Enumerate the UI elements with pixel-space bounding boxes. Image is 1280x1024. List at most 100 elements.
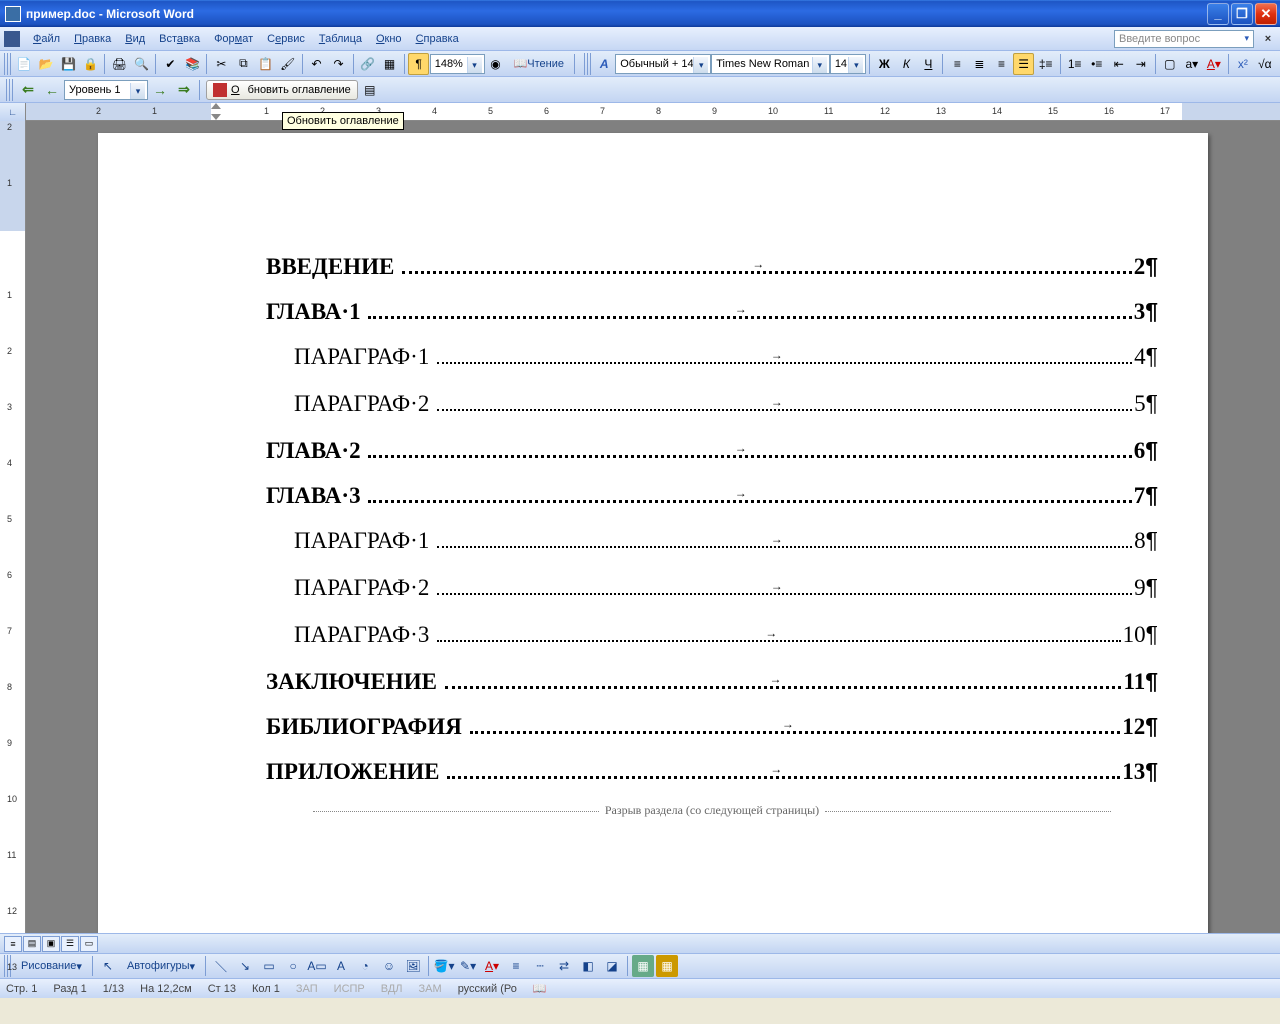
menu-edit[interactable]: Правка: [67, 31, 118, 47]
arrow-style-icon[interactable]: ⇄: [553, 955, 575, 977]
minimize-button[interactable]: _: [1207, 3, 1229, 25]
demote-icon[interactable]: →: [149, 79, 171, 101]
status-rec[interactable]: ЗАП: [296, 983, 318, 995]
line-icon[interactable]: ＼: [210, 955, 232, 977]
paste-icon[interactable]: 📋: [255, 53, 275, 75]
help-search-box[interactable]: Введите вопрос: [1114, 30, 1254, 48]
copy-icon[interactable]: ⧉: [233, 53, 253, 75]
maximize-button[interactable]: ❐: [1231, 3, 1253, 25]
oval-icon[interactable]: ○: [282, 955, 304, 977]
select-objects-icon[interactable]: ↖: [97, 955, 119, 977]
menu-view[interactable]: Вид: [118, 31, 152, 47]
menu-window[interactable]: Окно: [369, 31, 409, 47]
zoom-combo[interactable]: 148%: [430, 54, 485, 74]
3d-icon[interactable]: ◪: [601, 955, 623, 977]
normal-view-icon[interactable]: ≡: [4, 936, 22, 952]
font-size-combo[interactable]: 14: [830, 54, 867, 74]
shadow-icon[interactable]: ◧: [577, 955, 599, 977]
update-toc-button[interactable]: Обновить оглавление: [206, 80, 358, 100]
status-ovr[interactable]: ЗАМ: [419, 983, 442, 995]
font-color-draw-icon[interactable]: A▾: [481, 955, 503, 977]
promote-icon[interactable]: ←: [41, 79, 63, 101]
spellcheck-icon[interactable]: ✔: [160, 53, 180, 75]
demote-to-body-icon[interactable]: ⇒: [173, 79, 195, 101]
toc-entry[interactable]: ГЛАВА·3 →7¶: [266, 482, 1158, 509]
toc-entry[interactable]: ПАРАГРАФ·1 →4¶: [266, 343, 1158, 370]
borders-icon[interactable]: ▢: [1160, 53, 1180, 75]
reading-layout-button[interactable]: 📖 Чтение: [508, 54, 570, 74]
bulleted-list-icon[interactable]: •≡: [1087, 53, 1107, 75]
dash-style-icon[interactable]: ┄: [529, 955, 551, 977]
promote-to-heading1-icon[interactable]: ⇐: [17, 79, 39, 101]
increase-indent-icon[interactable]: ⇥: [1131, 53, 1151, 75]
spellcheck-status-icon[interactable]: 📖: [533, 982, 547, 995]
print-preview-icon[interactable]: 🔍: [131, 53, 151, 75]
menu-tools[interactable]: Сервис: [260, 31, 312, 47]
vertical-ruler[interactable]: 2112345678910111213: [0, 121, 26, 933]
research-icon[interactable]: 📚: [182, 53, 202, 75]
toc-entry[interactable]: ПАРАГРАФ·3 →10¶: [266, 621, 1158, 648]
web-layout-icon[interactable]: ▤: [23, 936, 41, 952]
print-layout-icon[interactable]: ▣: [42, 936, 60, 952]
align-center-icon[interactable]: ≣: [969, 53, 989, 75]
horizontal-ruler[interactable]: ∟ 211234567891011121314151617: [0, 103, 1280, 121]
insert-table-icon[interactable]: ▦: [632, 955, 654, 977]
status-language[interactable]: русский (Ро: [458, 983, 517, 995]
arrow-icon[interactable]: ↘: [234, 955, 256, 977]
goto-toc-icon[interactable]: ▤: [359, 79, 381, 101]
equation-icon[interactable]: √α: [1255, 53, 1275, 75]
line-style-icon[interactable]: ≡: [505, 955, 527, 977]
menu-table[interactable]: Таблица: [312, 31, 369, 47]
align-left-icon[interactable]: ≡: [947, 53, 967, 75]
new-doc-icon[interactable]: 📄: [14, 53, 34, 75]
toc-entry[interactable]: ПАРАГРАФ·2 →5¶: [266, 390, 1158, 417]
font-color-icon[interactable]: A▾: [1204, 53, 1224, 75]
diagram-icon[interactable]: ◔: [354, 955, 376, 977]
numbered-list-icon[interactable]: 1≡: [1065, 53, 1085, 75]
document-page[interactable]: ВВЕДЕНИЕ →2¶ ГЛАВА·1 →3¶ ПАРАГРАФ·1 →4¶ ПАР…: [98, 133, 1208, 933]
menu-format[interactable]: Формат: [207, 31, 260, 47]
menu-file[interactable]: Файл: [26, 31, 67, 47]
toolbar-grip[interactable]: [6, 79, 14, 101]
status-ext[interactable]: ВДЛ: [381, 983, 403, 995]
autoshapes-menu[interactable]: Автофигуры ▾: [121, 956, 201, 976]
toolbar-grip[interactable]: [4, 53, 11, 75]
reading-view-icon[interactable]: ▭: [80, 936, 98, 952]
toc-entry[interactable]: ПРИЛОЖЕНИЕ →13¶: [266, 758, 1158, 785]
toc-entry[interactable]: БИБЛИОГРАФИЯ →12¶: [266, 713, 1158, 740]
menu-help[interactable]: Справка: [409, 31, 466, 47]
permissions-icon[interactable]: 🔒: [80, 53, 100, 75]
decrease-indent-icon[interactable]: ⇤: [1109, 53, 1129, 75]
font-combo[interactable]: Times New Roman: [711, 54, 830, 74]
styles-pane-icon[interactable]: A: [594, 53, 614, 75]
toc-entry[interactable]: ПАРАГРАФ·2 →9¶: [266, 574, 1158, 601]
drawing-menu[interactable]: Рисование ▾: [15, 956, 88, 976]
rectangle-icon[interactable]: ▭: [258, 955, 280, 977]
align-justify-icon[interactable]: ☰: [1013, 53, 1033, 75]
tables-borders-icon[interactable]: ▦: [380, 53, 400, 75]
outline-level-combo[interactable]: Уровень 1: [64, 80, 148, 100]
italic-icon[interactable]: К: [896, 53, 916, 75]
toc-entry[interactable]: ВВЕДЕНИЕ →2¶: [266, 253, 1158, 280]
tab-selector[interactable]: ∟: [0, 103, 26, 121]
redo-icon[interactable]: ↷: [329, 53, 349, 75]
highlight-icon[interactable]: a▾: [1182, 53, 1202, 75]
toc-entry[interactable]: ГЛАВА·1 →3¶: [266, 298, 1158, 325]
toc-entry[interactable]: ЗАКЛЮЧЕНИЕ →11¶: [266, 668, 1158, 695]
wordart-icon[interactable]: A: [330, 955, 352, 977]
fill-color-icon[interactable]: 🪣▾: [433, 955, 455, 977]
status-trk[interactable]: ИСПР: [334, 983, 365, 995]
line-spacing-icon[interactable]: ‡≡: [1036, 53, 1056, 75]
bold-icon[interactable]: Ж: [874, 53, 894, 75]
line-color-icon[interactable]: ✎▾: [457, 955, 479, 977]
underline-icon[interactable]: Ч: [918, 53, 938, 75]
print-icon[interactable]: 🖨: [109, 53, 129, 75]
hyperlink-icon[interactable]: 🔗: [357, 53, 377, 75]
open-icon[interactable]: 📂: [36, 53, 56, 75]
toc-entry[interactable]: ГЛАВА·2 →6¶: [266, 437, 1158, 464]
superscript-icon[interactable]: x²: [1233, 53, 1253, 75]
picture-icon[interactable]: 🖼: [402, 955, 424, 977]
document-area[interactable]: ВВЕДЕНИЕ →2¶ ГЛАВА·1 →3¶ ПАРАГРАФ·1 →4¶ ПАР…: [26, 121, 1280, 933]
show-formatting-icon[interactable]: ¶: [408, 53, 428, 75]
toc-entry[interactable]: ПАРАГРАФ·1 →8¶: [266, 527, 1158, 554]
